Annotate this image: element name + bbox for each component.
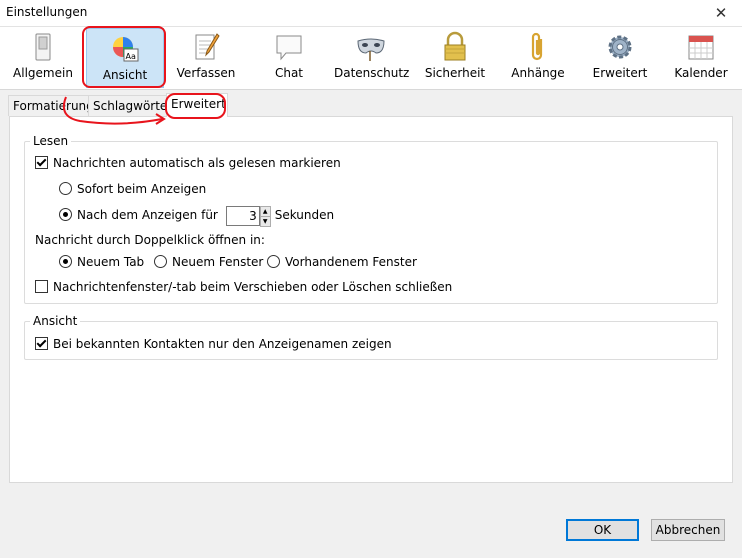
mask-icon bbox=[357, 38, 385, 61]
close-icon[interactable]: ✕ bbox=[710, 2, 732, 24]
doubleclick-heading: Nachricht durch Doppelklick öffnen in: bbox=[35, 230, 265, 250]
switch-icon bbox=[35, 33, 51, 61]
new-window-radio-row[interactable]: Neuem Fenster bbox=[154, 252, 263, 272]
toolbar-label: Allgemein bbox=[13, 66, 73, 80]
toolbar-label: Kalender bbox=[674, 66, 728, 80]
cancel-button[interactable]: Abbrechen bbox=[651, 519, 725, 541]
group-legend: Lesen bbox=[33, 134, 69, 148]
auto-read-checkbox[interactable] bbox=[35, 156, 48, 169]
toolbar-label: Verfassen bbox=[176, 66, 236, 80]
existing-window-radio-row[interactable]: Vorhandenem Fenster bbox=[267, 252, 417, 272]
title-bar: Einstellungen ✕ bbox=[0, 0, 742, 27]
seconds-stepper[interactable]: ▲ ▼ bbox=[225, 205, 271, 227]
after-radio[interactable] bbox=[59, 208, 72, 221]
stepper-down-icon[interactable]: ▼ bbox=[259, 215, 271, 227]
calendar-icon bbox=[688, 35, 714, 60]
doubleclick-label: Nachricht durch Doppelklick öffnen in: bbox=[35, 233, 265, 247]
toolbar-item-kalender[interactable]: Kalender bbox=[666, 27, 736, 85]
tab-label: Formatierung bbox=[13, 99, 94, 113]
window-title: Einstellungen bbox=[6, 5, 88, 19]
toolbar-item-verfassen[interactable]: Verfassen bbox=[170, 27, 242, 85]
tab-schlagwoerter[interactable]: Schlagwörter bbox=[88, 95, 173, 116]
existing-window-radio[interactable] bbox=[267, 255, 280, 268]
close-on-move-label: Nachrichtenfenster/-tab beim Verschieben… bbox=[53, 280, 453, 294]
selected-category-highlight bbox=[82, 26, 166, 88]
auto-read-checkbox-row[interactable]: Nachrichten automatisch als gelesen mark… bbox=[35, 153, 341, 173]
toolbar-item-chat[interactable]: Chat bbox=[254, 27, 324, 85]
display-name-checkbox[interactable] bbox=[35, 337, 48, 350]
immediately-radio-row[interactable]: Sofort beim Anzeigen bbox=[59, 179, 206, 199]
seconds-input[interactable] bbox=[225, 205, 260, 226]
paperclip-icon bbox=[531, 32, 543, 61]
pen-paper-icon bbox=[195, 33, 220, 60]
toolbar-label: Erweitert bbox=[592, 66, 648, 80]
toolbar-label: Sicherheit bbox=[424, 66, 486, 80]
close-on-move-checkbox[interactable] bbox=[35, 280, 48, 293]
tab-formatierung[interactable]: Formatierung bbox=[8, 95, 94, 116]
new-window-radio[interactable] bbox=[154, 255, 167, 268]
toolbar-item-erweitert[interactable]: Erweitert bbox=[584, 27, 656, 85]
ok-button[interactable]: OK bbox=[566, 519, 639, 541]
auto-read-label: Nachrichten automatisch als gelesen mark… bbox=[53, 156, 341, 170]
tab-label: Schlagwörter bbox=[93, 99, 173, 113]
toolbar-item-allgemein[interactable]: Allgemein bbox=[8, 27, 78, 85]
toolbar-item-anhaenge[interactable]: Anhänge bbox=[502, 27, 574, 85]
immediately-radio[interactable] bbox=[59, 182, 72, 195]
gear-icon bbox=[608, 35, 632, 59]
settings-panel: Lesen Nachrichten automatisch als gelese… bbox=[9, 116, 733, 483]
new-tab-radio-row[interactable]: Neuem Tab bbox=[59, 252, 144, 272]
active-tab-highlight bbox=[165, 93, 226, 119]
toolbar-label: Chat bbox=[274, 66, 304, 80]
toolbar-label: Anhänge bbox=[511, 66, 565, 80]
padlock-icon bbox=[444, 31, 466, 61]
new-tab-label: Neuem Tab bbox=[77, 255, 145, 269]
toolbar-item-datenschutz[interactable]: Datenschutz bbox=[334, 27, 410, 85]
new-tab-radio[interactable] bbox=[59, 255, 72, 268]
close-on-move-checkbox-row[interactable]: Nachrichtenfenster/-tab beim Verschieben… bbox=[35, 277, 452, 297]
new-window-label: Neuem Fenster bbox=[172, 255, 264, 269]
group-legend: Ansicht bbox=[33, 314, 78, 328]
after-radio-row[interactable]: Nach dem Anzeigen für ▲ ▼ Sekunden bbox=[59, 205, 335, 227]
chat-bubble-icon bbox=[276, 35, 302, 61]
display-name-label: Bei bekannten Kontakten nur den Anzeigen… bbox=[53, 337, 392, 351]
immediately-label: Sofort beim Anzeigen bbox=[77, 182, 207, 196]
after-label: Nach dem Anzeigen für bbox=[77, 208, 218, 222]
existing-window-label: Vorhandenem Fenster bbox=[285, 255, 417, 269]
toolbar-item-sicherheit[interactable]: Sicherheit bbox=[418, 27, 492, 85]
toolbar-label: Datenschutz bbox=[334, 66, 410, 80]
seconds-unit-label: Sekunden bbox=[274, 208, 335, 222]
display-name-checkbox-row[interactable]: Bei bekannten Kontakten nur den Anzeigen… bbox=[35, 334, 392, 354]
